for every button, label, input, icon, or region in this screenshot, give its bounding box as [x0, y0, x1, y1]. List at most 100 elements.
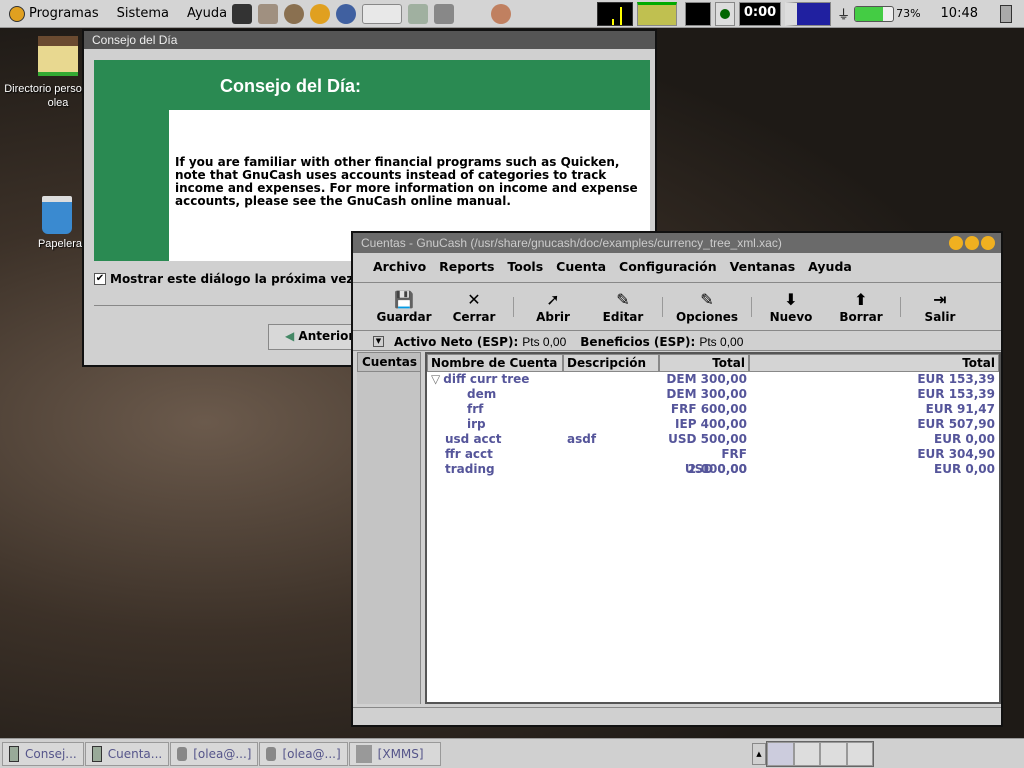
- account-description: [563, 462, 659, 477]
- profit-label: Beneficios (ESP):: [580, 334, 696, 349]
- menu-configuracion[interactable]: Configuración: [619, 259, 717, 274]
- tip-dialog-titlebar[interactable]: Consejo del Día: [84, 31, 655, 49]
- tab-strip: [357, 372, 421, 704]
- minimize-icon[interactable]: [949, 236, 963, 250]
- task-cuentas[interactable]: Cuenta...: [84, 741, 170, 766]
- trash-icon: [42, 196, 72, 234]
- menu-programas[interactable]: Programas: [0, 5, 108, 22]
- nautilus-launcher-icon[interactable]: [284, 3, 305, 24]
- column-header-description[interactable]: Descripción: [563, 354, 659, 372]
- tab-cuentas[interactable]: Cuentas: [357, 352, 421, 372]
- account-total-eur: EUR 153,39: [917, 372, 995, 386]
- task-terminal-1[interactable]: [olea@...]: [170, 741, 259, 766]
- gnucash-titlebar[interactable]: Cuentas - GnuCash (/usr/share/gnucash/do…: [353, 233, 1001, 253]
- open-button[interactable]: ➚ Abrir: [518, 290, 588, 324]
- tip-text: If you are familiar with other financial…: [175, 155, 638, 208]
- close-button[interactable]: ✕ Cerrar: [439, 290, 509, 324]
- account-row[interactable]: ▽ diff curr tree DEM 300,00 EUR 153,39: [427, 372, 999, 387]
- maximize-icon[interactable]: [965, 236, 979, 250]
- open-icon: ➚: [546, 289, 560, 309]
- xmms-icon: [355, 744, 372, 763]
- account-total: USD 0,00: [684, 462, 747, 476]
- account-row[interactable]: ffr acct FRF 2.000,00 EUR 304,90: [427, 447, 999, 476]
- new-account-icon: ⬇: [784, 289, 798, 309]
- home-icon: [38, 36, 78, 76]
- column-header-total-eur[interactable]: Total: [749, 354, 999, 372]
- account-name: ffr acct: [445, 447, 493, 461]
- account-row[interactable]: frf FRF 600,00 EUR 91,47: [427, 402, 999, 417]
- monitor-launcher-icon[interactable]: [434, 3, 455, 24]
- gitch-launcher-icon[interactable]: [232, 3, 253, 24]
- account-name: dem: [467, 387, 497, 401]
- menu-ayuda[interactable]: Ayuda: [808, 259, 852, 274]
- checkmark-icon: ✔: [94, 273, 106, 285]
- account-name: frf: [467, 402, 484, 416]
- summary-toggle[interactable]: ▼: [373, 336, 384, 347]
- delete-button[interactable]: ⬆ Borrar: [826, 290, 896, 324]
- column-header-name[interactable]: Nombre de Cuenta: [427, 354, 563, 372]
- top-panel: Programas Sistema Ayuda 0:00 ⏚ 73% 10:48: [0, 0, 1024, 28]
- window-list-icon[interactable]: [1000, 4, 1012, 23]
- media-launcher-icon[interactable]: [491, 3, 512, 24]
- foot-icon: [9, 5, 25, 22]
- delete-account-icon: ⬆: [854, 289, 868, 309]
- menu-cuenta[interactable]: Cuenta: [556, 259, 606, 274]
- save-button[interactable]: 💾 Guardar: [369, 290, 439, 324]
- expander-icon[interactable]: ▽: [431, 372, 440, 386]
- workspace-pager[interactable]: [766, 740, 874, 767]
- cd-player-time[interactable]: 0:00: [739, 1, 782, 26]
- column-header-total[interactable]: Total: [659, 354, 749, 372]
- task-terminal-2[interactable]: [olea@...]: [259, 741, 348, 766]
- account-total: FRF 600,00: [670, 402, 747, 416]
- gnucash-window: Cuentas - GnuCash (/usr/share/gnucash/do…: [351, 231, 1003, 727]
- account-total-eur: EUR 304,90: [917, 447, 995, 461]
- terminal-icon: [177, 746, 188, 761]
- account-row[interactable]: usd acct asdf USD 500,00 EUR 0,00: [427, 432, 999, 447]
- options-icon: ✎: [700, 289, 714, 309]
- floppy-icon: 💾: [394, 289, 414, 309]
- menu-reports[interactable]: Reports: [439, 259, 494, 274]
- accounts-tree[interactable]: Nombre de Cuenta Descripción Total Total…: [425, 352, 1001, 704]
- separator: [900, 296, 901, 317]
- cpu-load-graph: [597, 1, 634, 26]
- options-button[interactable]: ✎ Opciones: [667, 290, 747, 324]
- battery-meter: [854, 5, 895, 22]
- separator: [662, 296, 663, 317]
- volume-control[interactable]: [785, 1, 832, 26]
- account-name: usd acct: [445, 432, 502, 446]
- account-total-eur: EUR 0,00: [934, 432, 995, 446]
- window-icon: [9, 745, 19, 762]
- task-xmms[interactable]: [XMMS]: [348, 741, 441, 766]
- account-description: [563, 402, 659, 417]
- edit-button[interactable]: ✎ Editar: [588, 290, 658, 324]
- terminal-launcher-icon[interactable]: [362, 3, 403, 24]
- menu-ventanas[interactable]: Ventanas: [730, 259, 796, 274]
- account-row[interactable]: trading USD 0,00 EUR 0,00: [427, 462, 999, 477]
- menu-ayuda[interactable]: Ayuda: [178, 6, 229, 21]
- gnome-launcher-icon[interactable]: [336, 3, 357, 24]
- show-next-time-checkbox[interactable]: ✔ Mostrar este diálogo la próxima vez: [94, 272, 353, 286]
- gimp-launcher-icon[interactable]: [258, 3, 279, 24]
- account-total: DEM 300,00: [666, 372, 747, 386]
- account-total-eur: EUR 153,39: [917, 387, 995, 401]
- pda-launcher-icon[interactable]: [408, 3, 429, 24]
- galeon-launcher-icon[interactable]: [310, 3, 331, 24]
- battery-percent: 73%: [896, 7, 921, 20]
- menu-tools[interactable]: Tools: [507, 259, 543, 274]
- close-icon[interactable]: [981, 236, 995, 250]
- exit-button[interactable]: ⇥ Salir: [905, 290, 975, 324]
- window-icon: [91, 745, 102, 762]
- account-row[interactable]: dem DEM 300,00 EUR 153,39: [427, 387, 999, 402]
- pager-arrow[interactable]: ▲: [752, 742, 766, 765]
- menu-sistema[interactable]: Sistema: [108, 6, 178, 21]
- menu-archivo[interactable]: Archivo: [373, 259, 426, 274]
- clock[interactable]: 10:48: [941, 6, 978, 21]
- new-button[interactable]: ⬇ Nuevo: [756, 290, 826, 324]
- status-bar: [353, 707, 1001, 725]
- memory-graph: [637, 1, 678, 26]
- task-consejo[interactable]: Consej...: [2, 741, 84, 766]
- tip-heading: Consejo del Día:: [220, 76, 362, 96]
- account-row[interactable]: irp IEP 400,00 EUR 507,90: [427, 417, 999, 432]
- account-name: irp: [467, 417, 486, 431]
- account-total: IEP 400,00: [675, 417, 747, 431]
